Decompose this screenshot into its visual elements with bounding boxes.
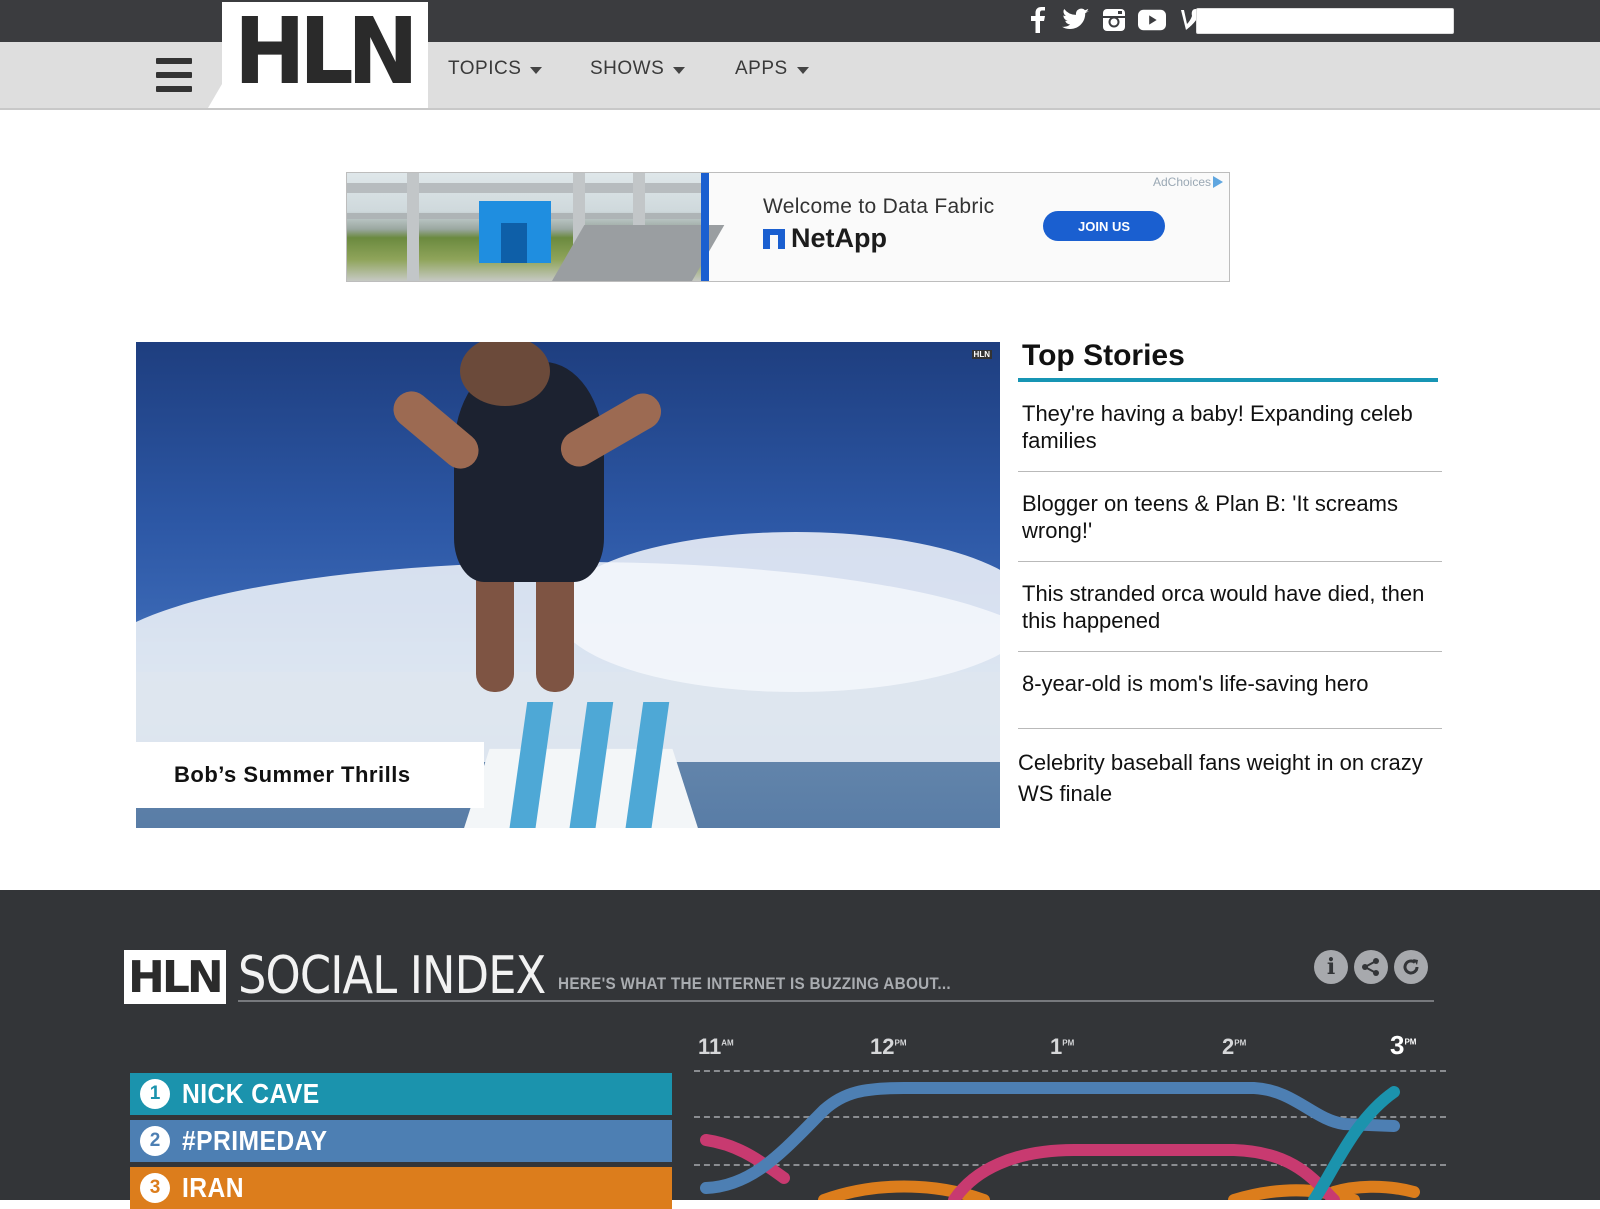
nav-topics[interactable]: TOPICS [448, 58, 590, 80]
info-icon[interactable]: i [1314, 950, 1348, 984]
rank-number: 3 [140, 1173, 170, 1203]
nav-topics-label: TOPICS [448, 58, 522, 79]
trend-line-blue [700, 1082, 1400, 1194]
rank-label: #PRIMEDAY [182, 1125, 328, 1156]
ad-accent-bar [701, 173, 709, 281]
social-index-subtitle: HERE'S WHAT THE INTERNET IS BUZZING ABOU… [558, 974, 951, 993]
rank-number: 1 [140, 1079, 170, 1109]
twitter-icon[interactable] [1062, 6, 1090, 34]
instagram-icon[interactable] [1100, 6, 1128, 34]
story-link[interactable]: Blogger on teens & Plan B: 'It screams w… [1018, 472, 1442, 562]
nav-apps-label: APPS [735, 58, 788, 79]
menu-icon[interactable] [156, 58, 192, 92]
video-watermark: HLN [971, 350, 992, 359]
ranking-row[interactable]: 1 NICK CAVE [130, 1073, 672, 1115]
story-link[interactable]: Celebrity baseball fans weight in on cra… [1018, 729, 1442, 826]
youtube-icon[interactable] [1138, 6, 1166, 34]
story-link[interactable]: 8-year-old is mom's life-saving hero [1018, 652, 1442, 729]
nav-shows-label: SHOWS [590, 58, 665, 79]
netapp-logo-icon [763, 228, 785, 249]
ad-brand: NetApp [763, 223, 887, 254]
divider [238, 1000, 1434, 1002]
adchoices-icon [1213, 176, 1223, 188]
social-links [1024, 6, 1204, 34]
site-logo-text: HLN [234, 0, 419, 105]
social-index-title: SOCIAL INDEX [238, 946, 546, 1006]
facebook-icon[interactable] [1024, 6, 1052, 34]
caret-down-icon [530, 66, 543, 74]
nav-apps[interactable]: APPS [735, 58, 809, 80]
ad-brand-name: NetApp [791, 223, 887, 253]
ad-headline: Welcome to Data Fabric [763, 195, 995, 218]
nav-menu: TOPICS SHOWS APPS [448, 58, 809, 80]
ad-image [347, 173, 725, 281]
trend-chart [700, 1082, 1420, 1200]
rank-label: NICK CAVE [182, 1078, 320, 1109]
top-stories: Top Stories They're having a baby! Expan… [1018, 336, 1444, 826]
ranking-row[interactable]: 2 #PRIMEDAY [130, 1120, 672, 1162]
banner-ad[interactable]: AdChoices Welcome to Data Fabric NetApp … [346, 172, 1230, 282]
time-label-current: 3PM [1390, 1030, 1417, 1060]
hero-caption[interactable]: Bob’s Summer Thrills [136, 742, 484, 808]
refresh-icon[interactable] [1394, 950, 1428, 984]
search-input[interactable] [1196, 8, 1454, 34]
top-stories-title: Top Stories [1022, 339, 1185, 372]
rank-label: IRAN [182, 1172, 244, 1203]
social-index-actions: i [1314, 950, 1428, 984]
site-logo[interactable]: HLN [208, 0, 428, 108]
rank-number: 2 [140, 1126, 170, 1156]
caret-down-icon [796, 66, 809, 74]
caret-down-icon [673, 66, 686, 74]
time-label: 12PM [870, 1034, 907, 1059]
ranking-row[interactable]: 3 IRAN [130, 1167, 672, 1209]
hero-video[interactable]: HLN Bob’s Summer Thrills [136, 342, 1000, 828]
social-index-logo: HLN [124, 950, 226, 1004]
trend-line-pink [700, 1134, 1340, 1200]
adchoices-label: AdChoices [1152, 175, 1211, 189]
time-label: 1PM [1050, 1034, 1075, 1059]
time-label: 2PM [1222, 1034, 1247, 1059]
story-link[interactable]: They're having a baby! Expanding celeb f… [1018, 382, 1442, 472]
story-link[interactable]: This stranded orca would have died, then… [1018, 562, 1442, 652]
social-index-logo-text: HLN [128, 952, 224, 1003]
share-icon[interactable] [1354, 950, 1388, 984]
time-label: 11AM [698, 1034, 734, 1059]
nav-shows[interactable]: SHOWS [590, 58, 735, 80]
ad-join-button[interactable]: JOIN US [1043, 211, 1165, 241]
adchoices-link[interactable]: AdChoices [1153, 175, 1223, 189]
